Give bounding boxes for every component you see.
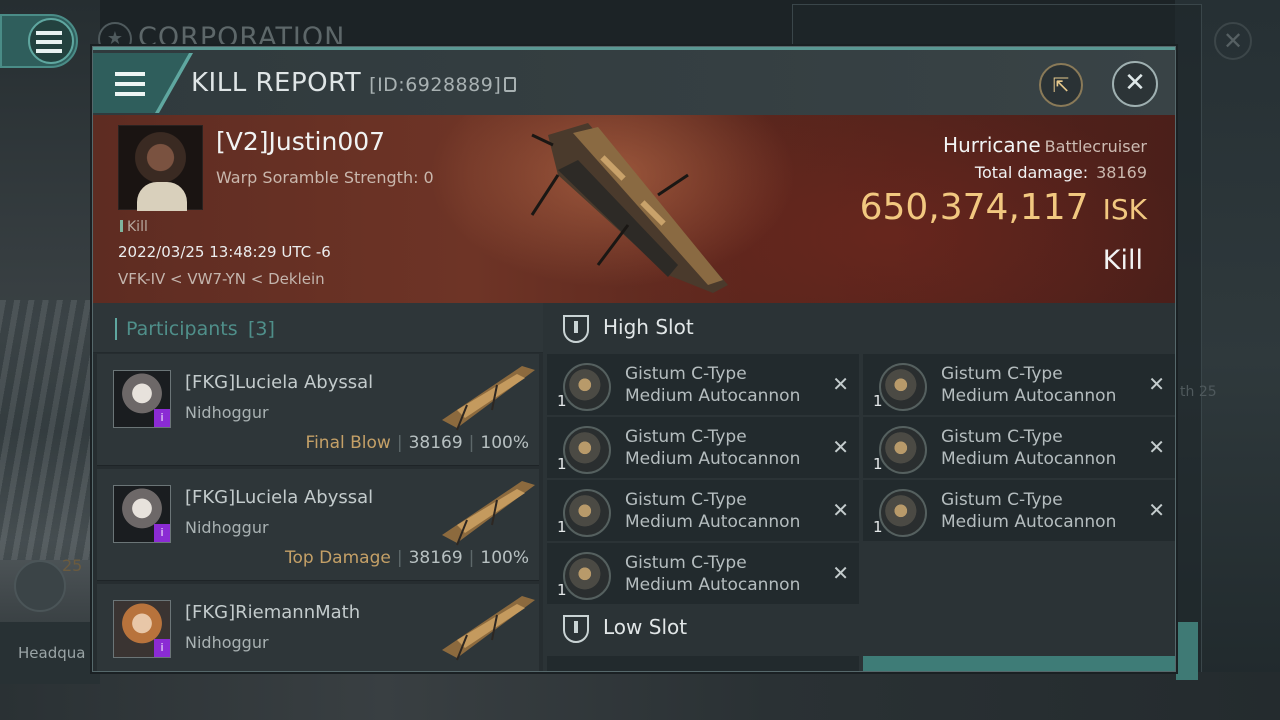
module-item[interactable] xyxy=(547,656,859,671)
background-city xyxy=(0,300,100,560)
low-slot-header: Low Slot xyxy=(547,603,1173,653)
kill-id: [ID:6928889] xyxy=(369,74,502,96)
corp-badge-icon: i xyxy=(154,639,170,657)
participant-name: [FKG]RiemannMath xyxy=(185,602,361,623)
low-slot-title: Low Slot xyxy=(603,615,688,639)
background-number: 25 xyxy=(62,556,83,575)
background-menu-button[interactable] xyxy=(0,14,78,68)
high-slot-title: High Slot xyxy=(603,315,694,339)
page-title: KILL REPORT [ID:6928889] xyxy=(191,68,517,98)
high-slot-icon xyxy=(563,315,589,343)
avatar[interactable]: i xyxy=(113,485,171,543)
participant-ship: Nidhoggur xyxy=(185,518,269,537)
remove-icon[interactable]: ✕ xyxy=(832,561,849,585)
menu-button[interactable] xyxy=(93,53,193,113)
participant-name: [FKG]Luciela Abyssal xyxy=(185,372,374,393)
module-item[interactable]: 1 Gistum C-Type Medium Autocannon ✕ xyxy=(547,417,859,478)
close-icon: ✕ xyxy=(1124,68,1146,98)
corp-badge-icon: i xyxy=(154,524,170,542)
participant-ship-image xyxy=(442,481,535,546)
module-item[interactable]: 1 Gistum C-Type Medium Autocannon ✕ xyxy=(547,354,859,415)
low-slot-icon xyxy=(563,615,589,643)
kill-tag: Kill xyxy=(120,219,148,235)
kill-result: Kill xyxy=(1102,245,1143,276)
remove-icon[interactable]: ✕ xyxy=(1148,435,1165,459)
participant-ship-image xyxy=(442,366,535,431)
participants-title: Participants xyxy=(126,318,238,340)
remove-icon[interactable]: ✕ xyxy=(1148,372,1165,396)
participant-name: [FKG]Luciela Abyssal xyxy=(185,487,374,508)
participant-row[interactable]: i [FKG]Luciela Abyssal Nidhoggur Final B… xyxy=(97,354,539,466)
participant-row[interactable]: i [FKG]Luciela Abyssal Nidhoggur Top Dam… xyxy=(97,469,539,581)
participant-ship-image xyxy=(442,596,535,661)
copy-icon[interactable] xyxy=(504,77,517,92)
share-button[interactable]: ⇱ xyxy=(1039,63,1083,107)
module-icon xyxy=(879,426,927,474)
menu-icon xyxy=(115,72,145,102)
module-item[interactable]: 1 Gistum C-Type Medium Autocannon ✕ xyxy=(547,480,859,541)
victim-portrait[interactable] xyxy=(118,125,203,211)
module-item[interactable]: 1 Gistum C-Type Medium Autocannon ✕ xyxy=(547,543,859,604)
warp-scramble-strength: Warp Soramble Strength: 0 xyxy=(216,168,434,187)
participants-header: Participants [3] xyxy=(93,303,543,353)
participant-row[interactable]: i [FKG]RiemannMath Nidhoggur xyxy=(97,584,539,671)
corp-badge-icon: i xyxy=(154,409,170,427)
dialog-header: KILL REPORT [ID:6928889] ⇱ ✕ xyxy=(93,50,1175,115)
remove-icon[interactable]: ✕ xyxy=(1148,498,1165,522)
kill-location[interactable]: VFK-IV < VW7-YN < Deklein xyxy=(118,270,325,288)
module-icon xyxy=(563,489,611,537)
participants-panel: Participants [3] i [FKG]Luciela Abyssal … xyxy=(93,303,543,671)
victim-name[interactable]: [V2]Justin007 xyxy=(216,127,385,156)
remove-icon[interactable]: ✕ xyxy=(832,372,849,396)
high-slot-header: High Slot xyxy=(547,303,1173,353)
module-icon xyxy=(563,363,611,411)
close-button[interactable]: ✕ xyxy=(1112,61,1158,107)
share-icon: ⇱ xyxy=(1052,73,1070,97)
participants-count: [3] xyxy=(248,318,275,340)
kill-report-dialog: KILL REPORT [ID:6928889] ⇱ ✕ [V2]Justin00… xyxy=(92,46,1176,672)
module-item[interactable]: 1 Gistum C-Type Medium Autocannon ✕ xyxy=(863,417,1175,478)
fittings-panel: High Slot 1 Gistum C-Type Medium Autocann… xyxy=(543,303,1175,671)
avatar[interactable]: i xyxy=(113,600,171,658)
module-icon xyxy=(563,552,611,600)
background-round-button[interactable] xyxy=(14,560,66,612)
background-hq-label[interactable]: Headqua xyxy=(0,622,100,684)
remove-icon[interactable]: ✕ xyxy=(832,498,849,522)
background-close-icon[interactable]: ✕ xyxy=(1214,22,1252,60)
remove-icon[interactable]: ✕ xyxy=(832,435,849,459)
background-bottom xyxy=(0,672,1280,720)
avatar[interactable]: i xyxy=(113,370,171,428)
total-damage: Total damage: 38169 xyxy=(974,163,1147,182)
participant-stats: Top Damage | 38169 | 100% xyxy=(285,548,529,568)
module-icon xyxy=(563,426,611,474)
module-item[interactable]: 1 Gistum C-Type Medium Autocannon ✕ xyxy=(863,480,1175,541)
ship-class: Battlecruiser xyxy=(1044,137,1147,156)
module-icon xyxy=(879,363,927,411)
isk-value: 650,374,117 ISK xyxy=(859,187,1147,228)
module-icon xyxy=(879,489,927,537)
kill-date: 2022/03/25 13:48:29 UTC -6 xyxy=(118,243,331,261)
module-item[interactable] xyxy=(863,656,1175,671)
participant-ship: Nidhoggur xyxy=(185,403,269,422)
ship-name[interactable]: Hurricane Battlecruiser xyxy=(943,133,1147,157)
background-right-number: th 25 xyxy=(1180,384,1217,400)
module-item[interactable]: 1 Gistum C-Type Medium Autocannon ✕ xyxy=(863,354,1175,415)
victim-banner: [V2]Justin007 Warp Soramble Strength: 0 … xyxy=(93,115,1175,303)
participant-ship: Nidhoggur xyxy=(185,633,269,652)
victim-ship-image[interactable] xyxy=(528,115,738,303)
participant-stats: Final Blow | 38169 | 100% xyxy=(305,433,529,453)
background-teal-bar xyxy=(1176,622,1198,680)
